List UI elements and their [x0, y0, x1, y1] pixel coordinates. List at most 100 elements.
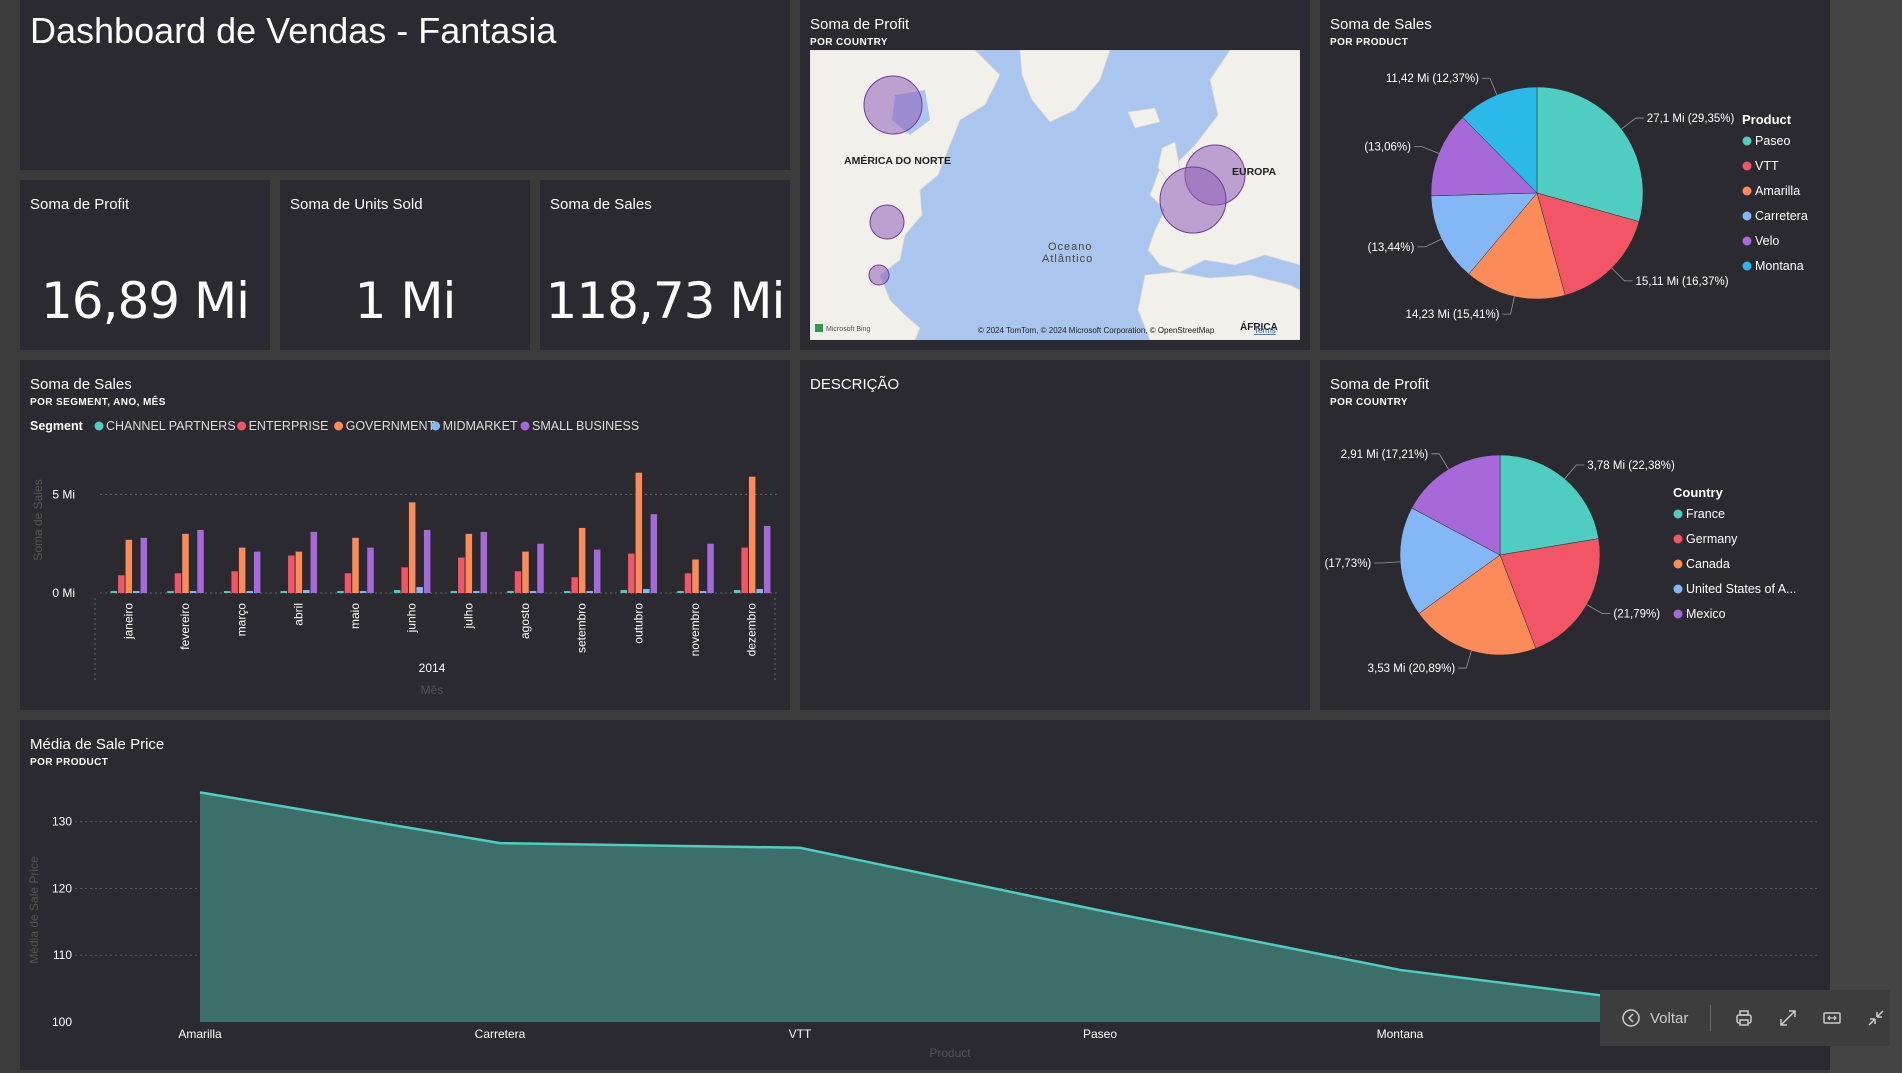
bar-julho[interactable]: [473, 591, 480, 593]
bar-agosto[interactable]: [507, 591, 514, 593]
bar-fevereiro[interactable]: [182, 533, 189, 593]
bar-novembro[interactable]: [699, 591, 707, 593]
card-units-sold[interactable]: Soma de Units Sold 1 Mi: [280, 180, 530, 350]
map-tile[interactable]: Soma de Profit POR COUNTRY AMÉRICA DO NO…: [800, 0, 1310, 350]
legend-marker: [1673, 609, 1683, 619]
bar-maio[interactable]: [337, 591, 344, 593]
bar-maio[interactable]: [367, 547, 374, 593]
bar-fevereiro[interactable]: [197, 529, 204, 593]
bar-setembro[interactable]: [586, 591, 593, 593]
legend-entry: MIDMARKET: [443, 419, 518, 433]
bar-novembro[interactable]: [677, 591, 684, 593]
expand-icon[interactable]: [1777, 1007, 1799, 1029]
bar-março[interactable]: [238, 547, 246, 593]
bar-setembro[interactable]: [563, 591, 571, 593]
bar-dezembro[interactable]: [748, 476, 756, 593]
area-price-tile[interactable]: Média de Sale Price POR PRODUCT 100 110 12…: [20, 720, 1830, 1070]
bar-fevereiro[interactable]: [167, 591, 174, 593]
bar-março[interactable]: [253, 551, 261, 593]
bar-janeiro[interactable]: [133, 591, 140, 593]
bar-dezembro[interactable]: [733, 590, 741, 593]
bar-janeiro[interactable]: [118, 575, 125, 593]
bar-junho[interactable]: [393, 590, 401, 593]
card-sales[interactable]: Soma de Sales 118,73 Mi: [540, 180, 790, 350]
bar-dezembro[interactable]: [756, 589, 763, 593]
bar-janeiro[interactable]: [125, 539, 133, 593]
bar-abril[interactable]: [310, 531, 318, 593]
pie-country-chart[interactable]: 3,78 Mi (22,38%) (21,79%) 3,53 Mi (20,89%)…: [1320, 360, 1830, 710]
bar-outubro[interactable]: [628, 553, 635, 593]
bar-dezembro[interactable]: [763, 525, 771, 593]
bar-março[interactable]: [223, 591, 231, 593]
pie-product-chart[interactable]: 27,1 Mi (29,35%) 15,11 Mi (16,37%) 14,23 M…: [1320, 0, 1830, 350]
bar-agosto[interactable]: [514, 571, 522, 593]
bar-abril[interactable]: [303, 590, 310, 593]
card-profit[interactable]: Soma de Profit 16,89 Mi: [20, 180, 270, 350]
fit-width-icon[interactable]: [1821, 1007, 1843, 1029]
legend-entry: France: [1686, 507, 1725, 521]
bar-março[interactable]: [246, 591, 253, 593]
back-arrow-icon: [1622, 1009, 1640, 1027]
bar-maio[interactable]: [359, 591, 367, 593]
pie-leader-line: [1482, 77, 1498, 96]
collapse-icon[interactable]: [1865, 1007, 1887, 1029]
pie-product-tile[interactable]: Soma de Sales POR PRODUCT 27,1 Mi (29,35…: [1320, 0, 1830, 350]
bar-setembro[interactable]: [571, 577, 578, 593]
bar-fevereiro[interactable]: [174, 573, 182, 593]
legend-entry: GOVERNMENT: [346, 419, 436, 433]
pie-leader-line: [1611, 267, 1633, 282]
map-terms-link[interactable]: Terms: [1254, 326, 1276, 335]
map-bubble-canada[interactable]: [863, 75, 923, 135]
bar-abril[interactable]: [295, 551, 303, 593]
bar-outubro[interactable]: [650, 514, 658, 593]
back-button[interactable]: Voltar: [1620, 1007, 1688, 1029]
map-bubble-france[interactable]: [1159, 166, 1227, 234]
x-tick-label: Paseo: [1083, 1027, 1117, 1041]
print-icon[interactable]: [1733, 1007, 1755, 1029]
map-bubble-mexico[interactable]: [868, 264, 890, 286]
pie-country-tile[interactable]: Soma de Profit POR COUNTRY 3,78 Mi (22,3…: [1320, 360, 1830, 710]
pie-slice-france[interactable]: [1499, 454, 1599, 556]
map-bubble-usa[interactable]: [869, 204, 905, 240]
bar-abril[interactable]: [280, 591, 288, 593]
bar-maio[interactable]: [352, 537, 359, 593]
bar-junho[interactable]: [408, 502, 416, 593]
bar-agosto[interactable]: [522, 551, 529, 593]
bar-março[interactable]: [231, 571, 238, 593]
x-tick-label: Carretera: [475, 1027, 526, 1041]
bar-outubro[interactable]: [635, 472, 643, 593]
x-tick-label: fevereiro: [178, 603, 192, 650]
bar-segment-chart[interactable]: Segment CHANNEL PARTNERS ENTERPRISE GOVERNM…: [20, 360, 790, 710]
legend-marker: [334, 421, 344, 431]
legend-title: Product: [1742, 112, 1792, 127]
bar-novembro[interactable]: [707, 543, 714, 593]
bar-julho[interactable]: [458, 557, 465, 593]
bar-maio[interactable]: [344, 573, 352, 593]
card-value: 118,73 Mi: [545, 272, 786, 330]
map-visual[interactable]: AMÉRICA DO NORTE EUROPA Oceano Atlântico…: [810, 50, 1300, 340]
bar-julho[interactable]: [465, 533, 473, 593]
bar-novembro[interactable]: [692, 559, 699, 593]
bar-segment-tile[interactable]: Soma de Sales POR SEGMENT, ANO, MÊS Segm…: [20, 360, 790, 710]
bar-agosto[interactable]: [537, 543, 544, 593]
bar-janeiro[interactable]: [140, 537, 148, 593]
bar-dezembro[interactable]: [741, 547, 748, 593]
bar-fevereiro[interactable]: [189, 591, 197, 593]
bar-julho[interactable]: [450, 591, 458, 593]
area-price-chart[interactable]: 100 110 120 130 Média de Sale Price Amarilla C…: [20, 720, 1830, 1070]
bar-outubro[interactable]: [643, 589, 650, 593]
bar-junho[interactable]: [401, 567, 408, 593]
bar-agosto[interactable]: [529, 591, 537, 593]
bar-julho[interactable]: [480, 531, 488, 593]
bar-outubro[interactable]: [620, 590, 628, 593]
x-tick-label: Amarilla: [178, 1027, 222, 1041]
bar-novembro[interactable]: [684, 573, 692, 593]
bar-junho[interactable]: [416, 587, 423, 593]
bar-setembro[interactable]: [578, 527, 586, 593]
bar-junho[interactable]: [423, 529, 431, 593]
bar-setembro[interactable]: [593, 549, 601, 593]
legend-marker: [94, 421, 104, 431]
bar-abril[interactable]: [288, 555, 295, 593]
map-attribution: © 2024 TomTom, © 2024 Microsoft Corporat…: [978, 326, 1215, 335]
bar-janeiro[interactable]: [110, 591, 118, 593]
